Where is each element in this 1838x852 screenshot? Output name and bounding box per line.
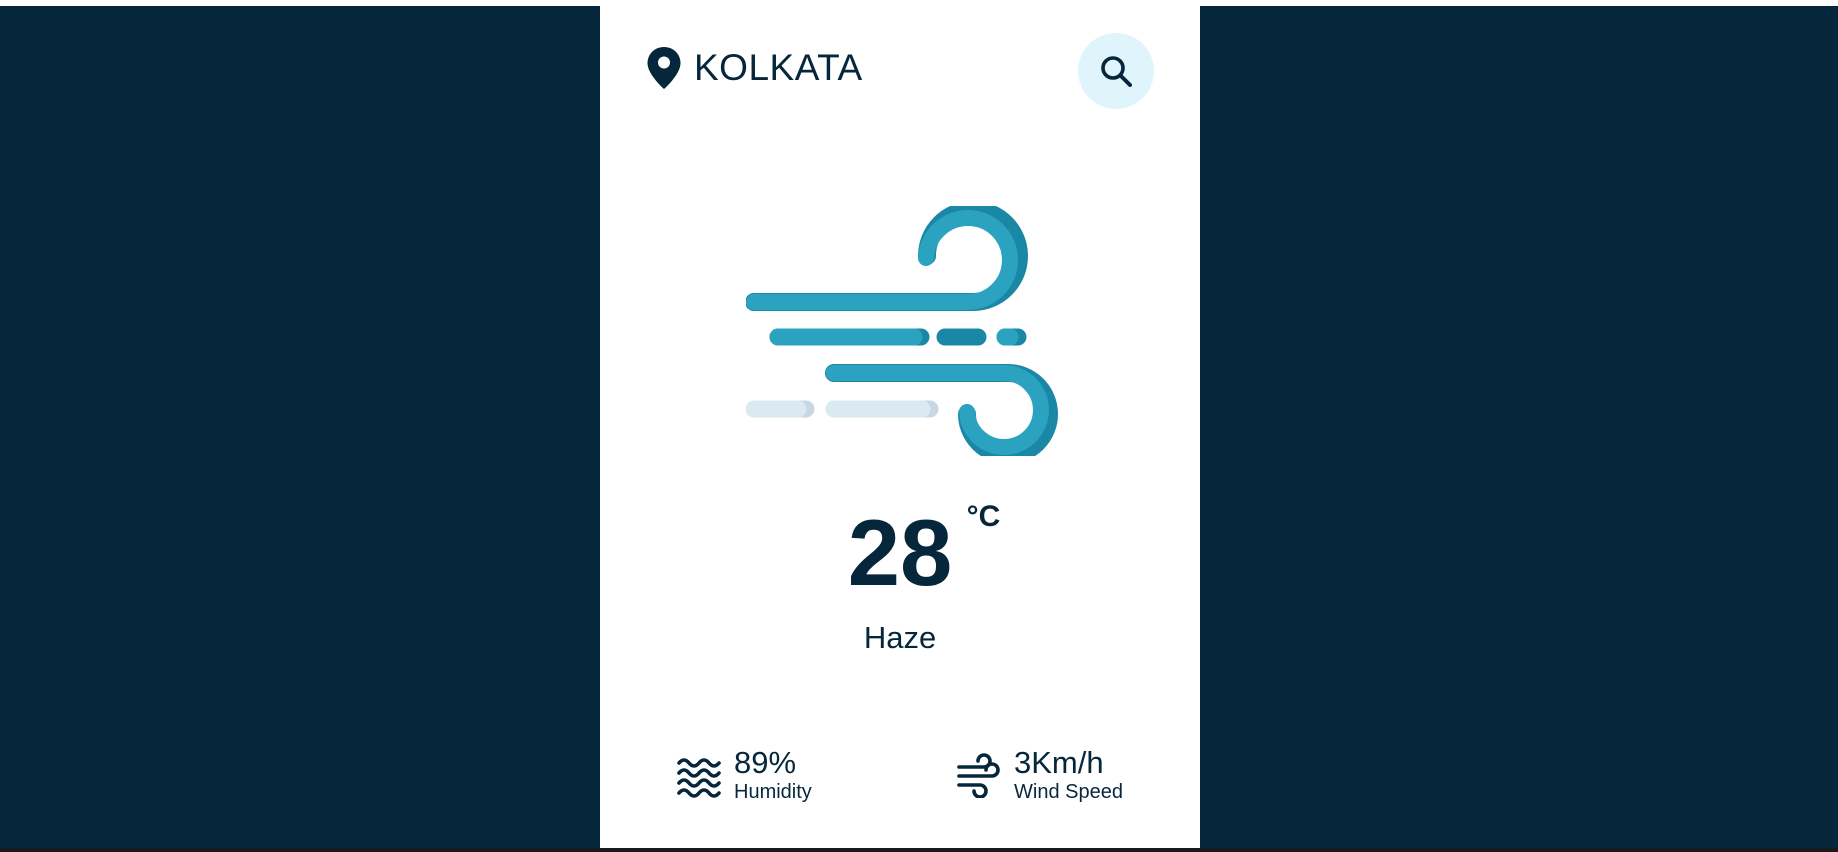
weather-card: KOLKATA 28 °C Haze 89% Humidity 3Km/h Wi… [600, 6, 1200, 848]
bottom-edge [0, 848, 1838, 852]
temperature-number: 28 [847, 500, 953, 605]
humidity-detail: 89% Humidity [676, 746, 812, 804]
humidity-text: 89% Humidity [734, 746, 812, 804]
temperature-value: 28 °C [848, 502, 1001, 600]
wind-haze-icon [746, 206, 1058, 456]
wind-text: 3Km/h Wind Speed [1014, 746, 1123, 804]
weather-condition: Haze [863, 620, 937, 655]
temperature-unit: °C [966, 500, 1001, 533]
map-pin-icon [647, 47, 681, 89]
wind-detail: 3Km/h Wind Speed [956, 746, 1123, 804]
city-name: KOLKATA [694, 47, 863, 88]
search-button[interactable] [1078, 33, 1154, 109]
location: KOLKATA [646, 46, 863, 90]
search-icon [1101, 56, 1132, 87]
humidity-waves-icon [677, 758, 721, 798]
wind-value: 3Km/h [1014, 745, 1104, 780]
wind-icon [957, 753, 1000, 798]
humidity-label: Humidity [734, 781, 812, 803]
humidity-value: 89% [734, 745, 797, 780]
card-header: KOLKATA [646, 24, 1154, 109]
temperature-block: 28 °C [600, 502, 1200, 600]
wind-label: Wind Speed [1014, 781, 1123, 803]
